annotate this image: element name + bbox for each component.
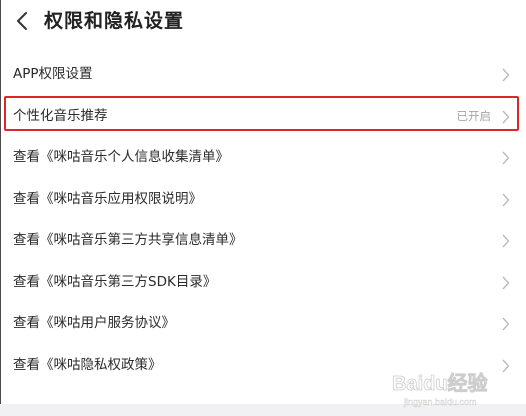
settings-row-third-party-sharing[interactable]: 查看《咪咕音乐第三方共享信息清单》 <box>0 220 526 262</box>
row-label: 查看《咪咕音乐应用权限说明》 <box>13 190 202 207</box>
page-title: 权限和隐私设置 <box>44 10 185 32</box>
settings-row-third-party-sdk[interactable]: 查看《咪咕音乐第三方SDK目录》 <box>0 262 526 304</box>
settings-list: APP权限设置 个性化音乐推荐 已开启 查看《咪咕音乐个人信息收集清单》 查看《… <box>0 54 526 386</box>
settings-row-user-agreement[interactable]: 查看《咪咕用户服务协议》 <box>0 303 526 345</box>
row-label: 查看《咪咕音乐第三方SDK目录》 <box>13 273 217 290</box>
chevron-right-icon <box>502 193 510 206</box>
back-arrow-icon[interactable] <box>12 10 34 32</box>
chevron-right-icon <box>502 234 510 248</box>
row-label: 查看《咪咕隐私权政策》 <box>13 356 162 373</box>
row-status: 已开启 <box>456 108 492 123</box>
baidu-jingyan-watermark: Baidu经验 jingyan.baidu.com <box>392 371 488 408</box>
page-header: 权限和隐私设置 <box>0 0 526 46</box>
settings-row-app-permissions[interactable]: APP权限设置 <box>0 54 526 96</box>
chevron-right-icon <box>502 68 510 82</box>
row-label: 个性化音乐推荐 <box>13 107 108 124</box>
chevron-right-icon <box>502 276 510 289</box>
watermark-url: jingyan.baidu.com <box>403 397 477 407</box>
settings-row-personalized-recommendation[interactable]: 个性化音乐推荐 已开启 <box>0 96 526 138</box>
row-label: 查看《咪咕音乐第三方共享信息清单》 <box>13 232 243 248</box>
row-label: 查看《咪咕音乐个人信息收集清单》 <box>13 149 229 165</box>
settings-row-app-permission-description[interactable]: 查看《咪咕音乐应用权限说明》 <box>0 179 526 221</box>
row-label: 查看《咪咕用户服务协议》 <box>13 315 175 331</box>
settings-row-personal-info-list[interactable]: 查看《咪咕音乐个人信息收集清单》 <box>0 137 526 179</box>
chevron-right-icon <box>502 317 510 331</box>
row-label: APP权限设置 <box>13 66 93 82</box>
chevron-right-icon <box>502 151 510 165</box>
chevron-right-icon <box>502 110 510 123</box>
watermark-title: Baidu经验 <box>392 371 488 395</box>
